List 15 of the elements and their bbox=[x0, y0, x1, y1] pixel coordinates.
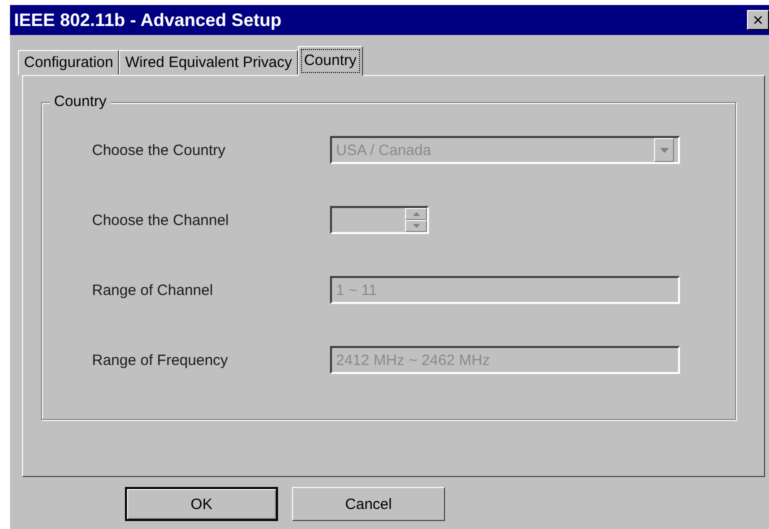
field-label: Range of Channel bbox=[92, 282, 214, 298]
window-title: IEEE 802.11b - Advanced Setup bbox=[14, 10, 282, 30]
cancel-button[interactable]: Cancel bbox=[292, 487, 445, 521]
tab[interactable]: Configuration bbox=[18, 50, 120, 75]
field-label: Range of Frequency bbox=[92, 352, 229, 368]
down-arrow-icon bbox=[412, 224, 420, 228]
field-label: Choose the Country bbox=[92, 142, 226, 158]
tab[interactable]: Country bbox=[298, 46, 362, 76]
close-button[interactable]: × bbox=[747, 10, 769, 30]
up-arrow-icon bbox=[412, 212, 420, 216]
ok-button[interactable]: OK bbox=[125, 487, 278, 521]
field-label: Choose the Channel bbox=[92, 212, 230, 228]
dropdown-arrow-icon bbox=[660, 148, 668, 152]
group-title: Country bbox=[50, 93, 111, 110]
tab[interactable]: Wired Equivalent Privacy bbox=[119, 50, 298, 75]
